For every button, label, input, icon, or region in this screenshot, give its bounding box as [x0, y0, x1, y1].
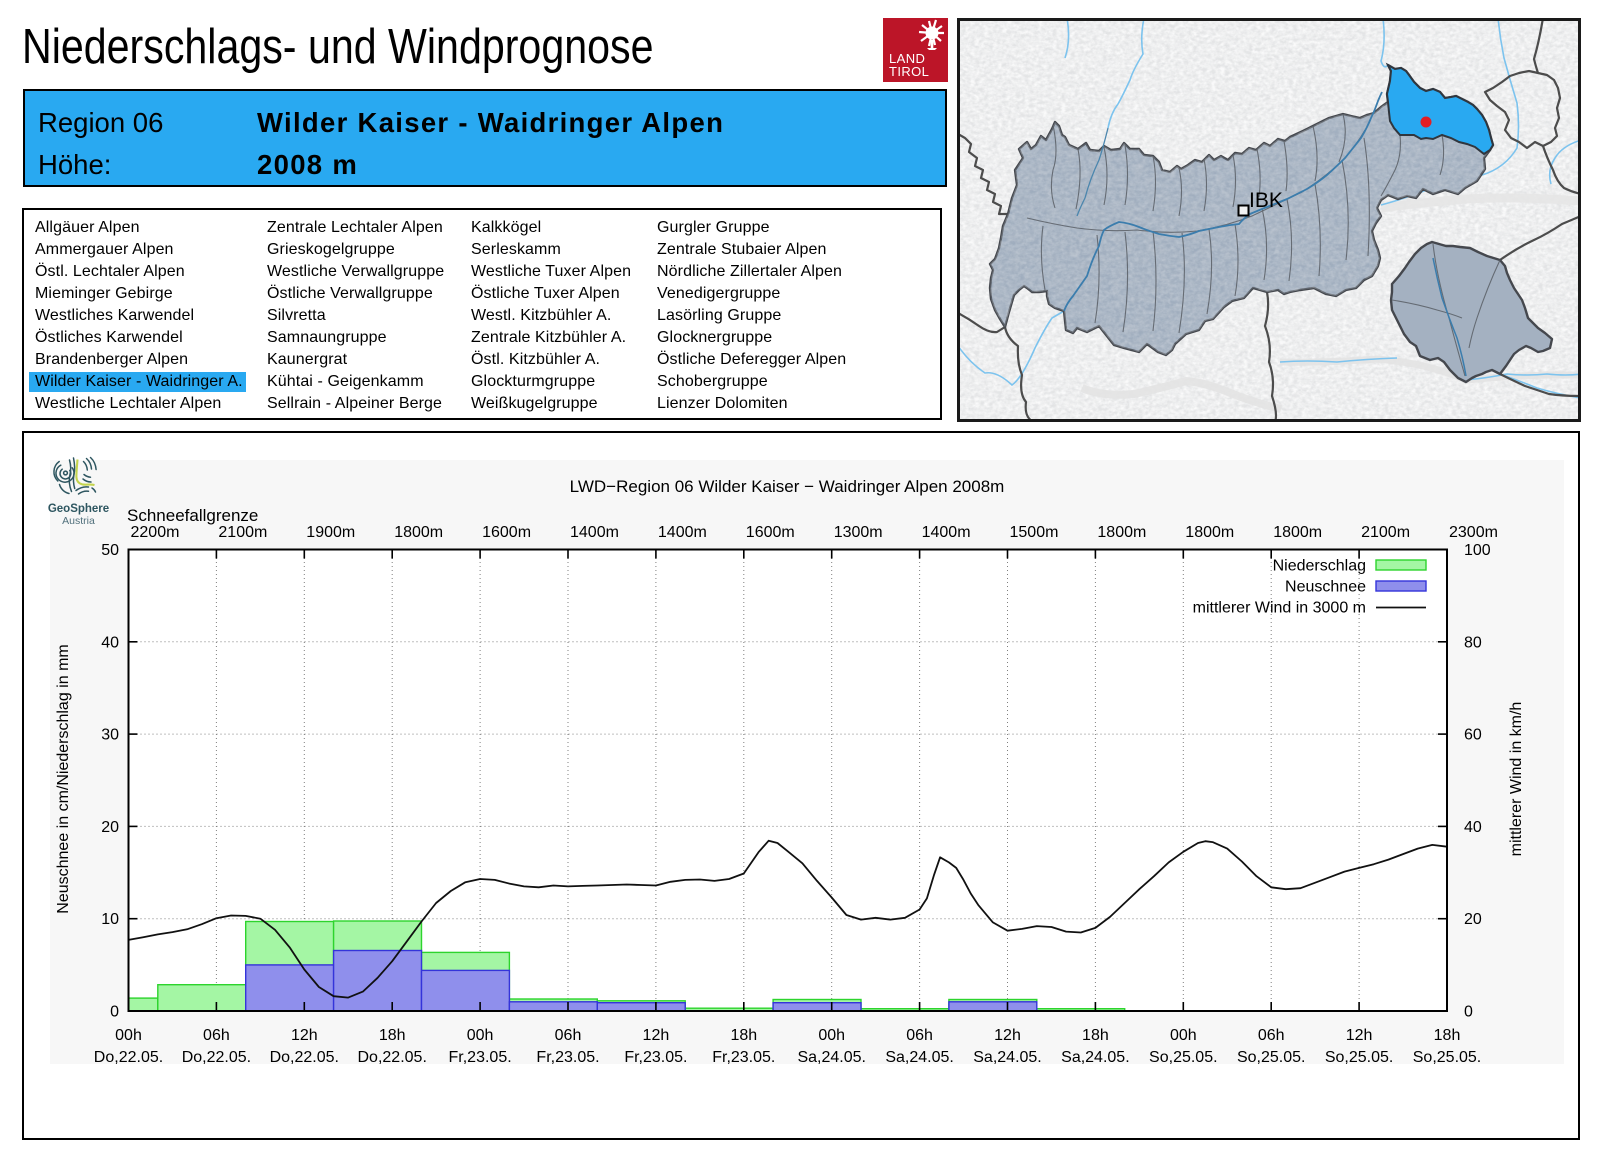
svg-text:10: 10: [101, 911, 119, 928]
svg-text:1900m: 1900m: [306, 524, 355, 541]
svg-text:Neuschnee: Neuschnee: [1285, 579, 1366, 596]
svg-text:2100m: 2100m: [218, 524, 267, 541]
svg-text:18h: 18h: [730, 1027, 757, 1044]
svg-text:Sa,24.05.: Sa,24.05.: [973, 1049, 1042, 1066]
svg-text:00h: 00h: [115, 1027, 142, 1044]
svg-text:Fr,23.05.: Fr,23.05.: [536, 1049, 599, 1066]
svg-text:1400m: 1400m: [570, 524, 619, 541]
svg-text:TIROL: TIROL: [889, 64, 929, 79]
svg-text:1800m: 1800m: [394, 524, 443, 541]
svg-text:GeoSphere: GeoSphere: [48, 503, 109, 515]
svg-text:100: 100: [1464, 542, 1491, 559]
svg-text:2300m: 2300m: [1449, 524, 1498, 541]
svg-text:00h: 00h: [1170, 1027, 1197, 1044]
svg-text:Do,22.05.: Do,22.05.: [270, 1049, 339, 1066]
svg-text:Do,22.05.: Do,22.05.: [94, 1049, 163, 1066]
svg-text:So,25.05.: So,25.05.: [1149, 1049, 1218, 1066]
svg-text:Sa,24.05.: Sa,24.05.: [797, 1049, 866, 1066]
svg-text:80: 80: [1464, 634, 1482, 651]
svg-text:2100m: 2100m: [1361, 524, 1410, 541]
svg-text:12h: 12h: [1346, 1027, 1373, 1044]
svg-text:1500m: 1500m: [1010, 524, 1059, 541]
svg-text:40: 40: [101, 634, 119, 651]
svg-text:30: 30: [101, 727, 119, 744]
svg-text:Niederschlag: Niederschlag: [1273, 558, 1366, 575]
svg-text:Fr,23.05.: Fr,23.05.: [624, 1049, 687, 1066]
svg-text:So,25.05.: So,25.05.: [1413, 1049, 1482, 1066]
svg-text:0: 0: [110, 1004, 119, 1021]
svg-text:18h: 18h: [379, 1027, 406, 1044]
svg-text:1600m: 1600m: [482, 524, 531, 541]
svg-text:06h: 06h: [555, 1027, 582, 1044]
svg-text:So,25.05.: So,25.05.: [1237, 1049, 1306, 1066]
svg-text:20: 20: [1464, 911, 1482, 928]
svg-text:Fr,23.05.: Fr,23.05.: [712, 1049, 775, 1066]
svg-text:Sa,24.05.: Sa,24.05.: [885, 1049, 954, 1066]
svg-text:Sa,24.05.: Sa,24.05.: [1061, 1049, 1130, 1066]
svg-text:1400m: 1400m: [658, 524, 707, 541]
svg-text:00h: 00h: [818, 1027, 845, 1044]
svg-text:1800m: 1800m: [1273, 524, 1322, 541]
svg-text:1400m: 1400m: [922, 524, 971, 541]
svg-text:So,25.05.: So,25.05.: [1325, 1049, 1394, 1066]
svg-text:1600m: 1600m: [746, 524, 795, 541]
svg-text:00h: 00h: [467, 1027, 494, 1044]
svg-text:LWD−Region 06 Wilder Kaiser −: LWD−Region 06 Wilder Kaiser − Waidringer…: [570, 477, 1005, 496]
svg-text:1800m: 1800m: [1097, 524, 1146, 541]
svg-text:12h: 12h: [643, 1027, 670, 1044]
svg-text:20: 20: [101, 819, 119, 836]
svg-text:Do,22.05.: Do,22.05.: [182, 1049, 251, 1066]
svg-text:12h: 12h: [994, 1027, 1021, 1044]
svg-text:1300m: 1300m: [834, 524, 883, 541]
svg-text:06h: 06h: [906, 1027, 933, 1044]
svg-text:1800m: 1800m: [1185, 524, 1234, 541]
svg-text:Do,22.05.: Do,22.05.: [358, 1049, 427, 1066]
svg-text:Neuschnee in cm/Niederschlag i: Neuschnee in cm/Niederschlag in mm: [55, 644, 72, 913]
svg-text:40: 40: [1464, 819, 1482, 836]
svg-text:60: 60: [1464, 727, 1482, 744]
svg-text:IBK: IBK: [1249, 189, 1283, 212]
svg-text:mittlerer Wind in 3000 m: mittlerer Wind in 3000 m: [1193, 600, 1366, 617]
svg-text:50: 50: [101, 542, 119, 559]
svg-text:Schneefallgrenze: Schneefallgrenze: [127, 506, 258, 525]
svg-text:06h: 06h: [203, 1027, 230, 1044]
svg-text:18h: 18h: [1434, 1027, 1461, 1044]
svg-text:Fr,23.05.: Fr,23.05.: [449, 1049, 512, 1066]
svg-text:06h: 06h: [1258, 1027, 1285, 1044]
svg-text:0: 0: [1464, 1004, 1473, 1021]
svg-text:12h: 12h: [291, 1027, 318, 1044]
svg-text:18h: 18h: [1082, 1027, 1109, 1044]
svg-text:Austria: Austria: [62, 515, 95, 527]
svg-text:mittlerer Wind in km/h: mittlerer Wind in km/h: [1508, 702, 1525, 857]
svg-text:2200m: 2200m: [131, 524, 180, 541]
